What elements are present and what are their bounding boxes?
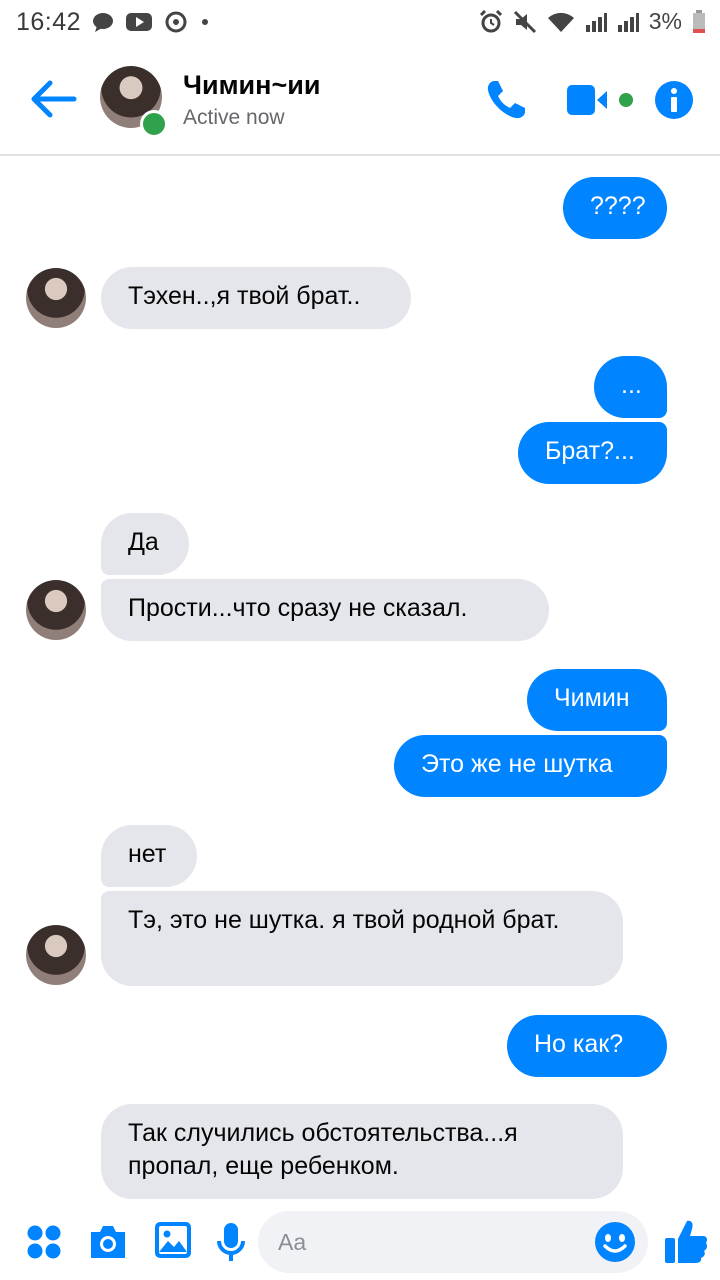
- back-arrow-icon[interactable]: [28, 78, 78, 120]
- like-thumbs-up-icon[interactable]: [664, 1218, 708, 1264]
- battery-icon: [693, 9, 705, 33]
- chat-bubble-icon: [93, 13, 113, 32]
- incoming-message[interactable]: нет: [101, 825, 197, 887]
- status-bar: 16:42 3%: [0, 0, 720, 44]
- signal-icon: [617, 12, 639, 32]
- conversation-header: Чимин~ии Active now: [0, 44, 720, 156]
- microphone-icon[interactable]: [216, 1222, 246, 1264]
- contact-avatar-small[interactable]: [26, 580, 86, 640]
- battery-percent: 3%: [648, 8, 682, 34]
- wifi-icon: [547, 12, 574, 32]
- mute-icon: [513, 10, 536, 33]
- alarm-icon: [479, 9, 502, 32]
- info-icon[interactable]: [654, 80, 694, 120]
- incoming-message[interactable]: Так случились обстоятельства...я пропал,…: [101, 1104, 623, 1199]
- camera-icon[interactable]: [88, 1224, 128, 1260]
- incoming-message[interactable]: Тэ, это не шутка. я твой родной брат.: [101, 891, 623, 986]
- contact-avatar-small[interactable]: [26, 925, 86, 985]
- message-composer: [0, 1200, 720, 1280]
- signal-icon: [585, 12, 607, 32]
- sync-icon: [165, 11, 187, 33]
- video-call-icon[interactable]: [566, 82, 636, 118]
- outgoing-message[interactable]: ????: [563, 177, 667, 239]
- outgoing-message[interactable]: Но как?: [507, 1015, 667, 1077]
- outgoing-message[interactable]: Это же не шутка: [394, 735, 667, 797]
- contact-name[interactable]: Чимин~ии: [183, 70, 320, 101]
- outgoing-message[interactable]: Чимин: [527, 669, 667, 731]
- contact-avatar-small[interactable]: [26, 268, 86, 328]
- youtube-icon: [126, 13, 152, 31]
- contact-status: Active now: [183, 106, 285, 129]
- incoming-message[interactable]: Да: [101, 513, 189, 575]
- emoji-icon[interactable]: [594, 1221, 636, 1263]
- incoming-message[interactable]: Тэхен..,я твой брат..: [101, 267, 411, 329]
- outgoing-message[interactable]: Брат?...: [518, 422, 667, 484]
- message-input[interactable]: [258, 1211, 648, 1273]
- online-indicator: [140, 110, 168, 138]
- incoming-message[interactable]: Прости...что сразу не сказал.: [101, 579, 549, 641]
- outgoing-message[interactable]: ...: [594, 356, 667, 418]
- status-time: 16:42: [16, 8, 82, 36]
- dot-icon: [202, 19, 208, 25]
- phone-icon[interactable]: [484, 78, 528, 122]
- image-gallery-icon[interactable]: [154, 1221, 192, 1259]
- menu-grid-icon[interactable]: [26, 1224, 62, 1260]
